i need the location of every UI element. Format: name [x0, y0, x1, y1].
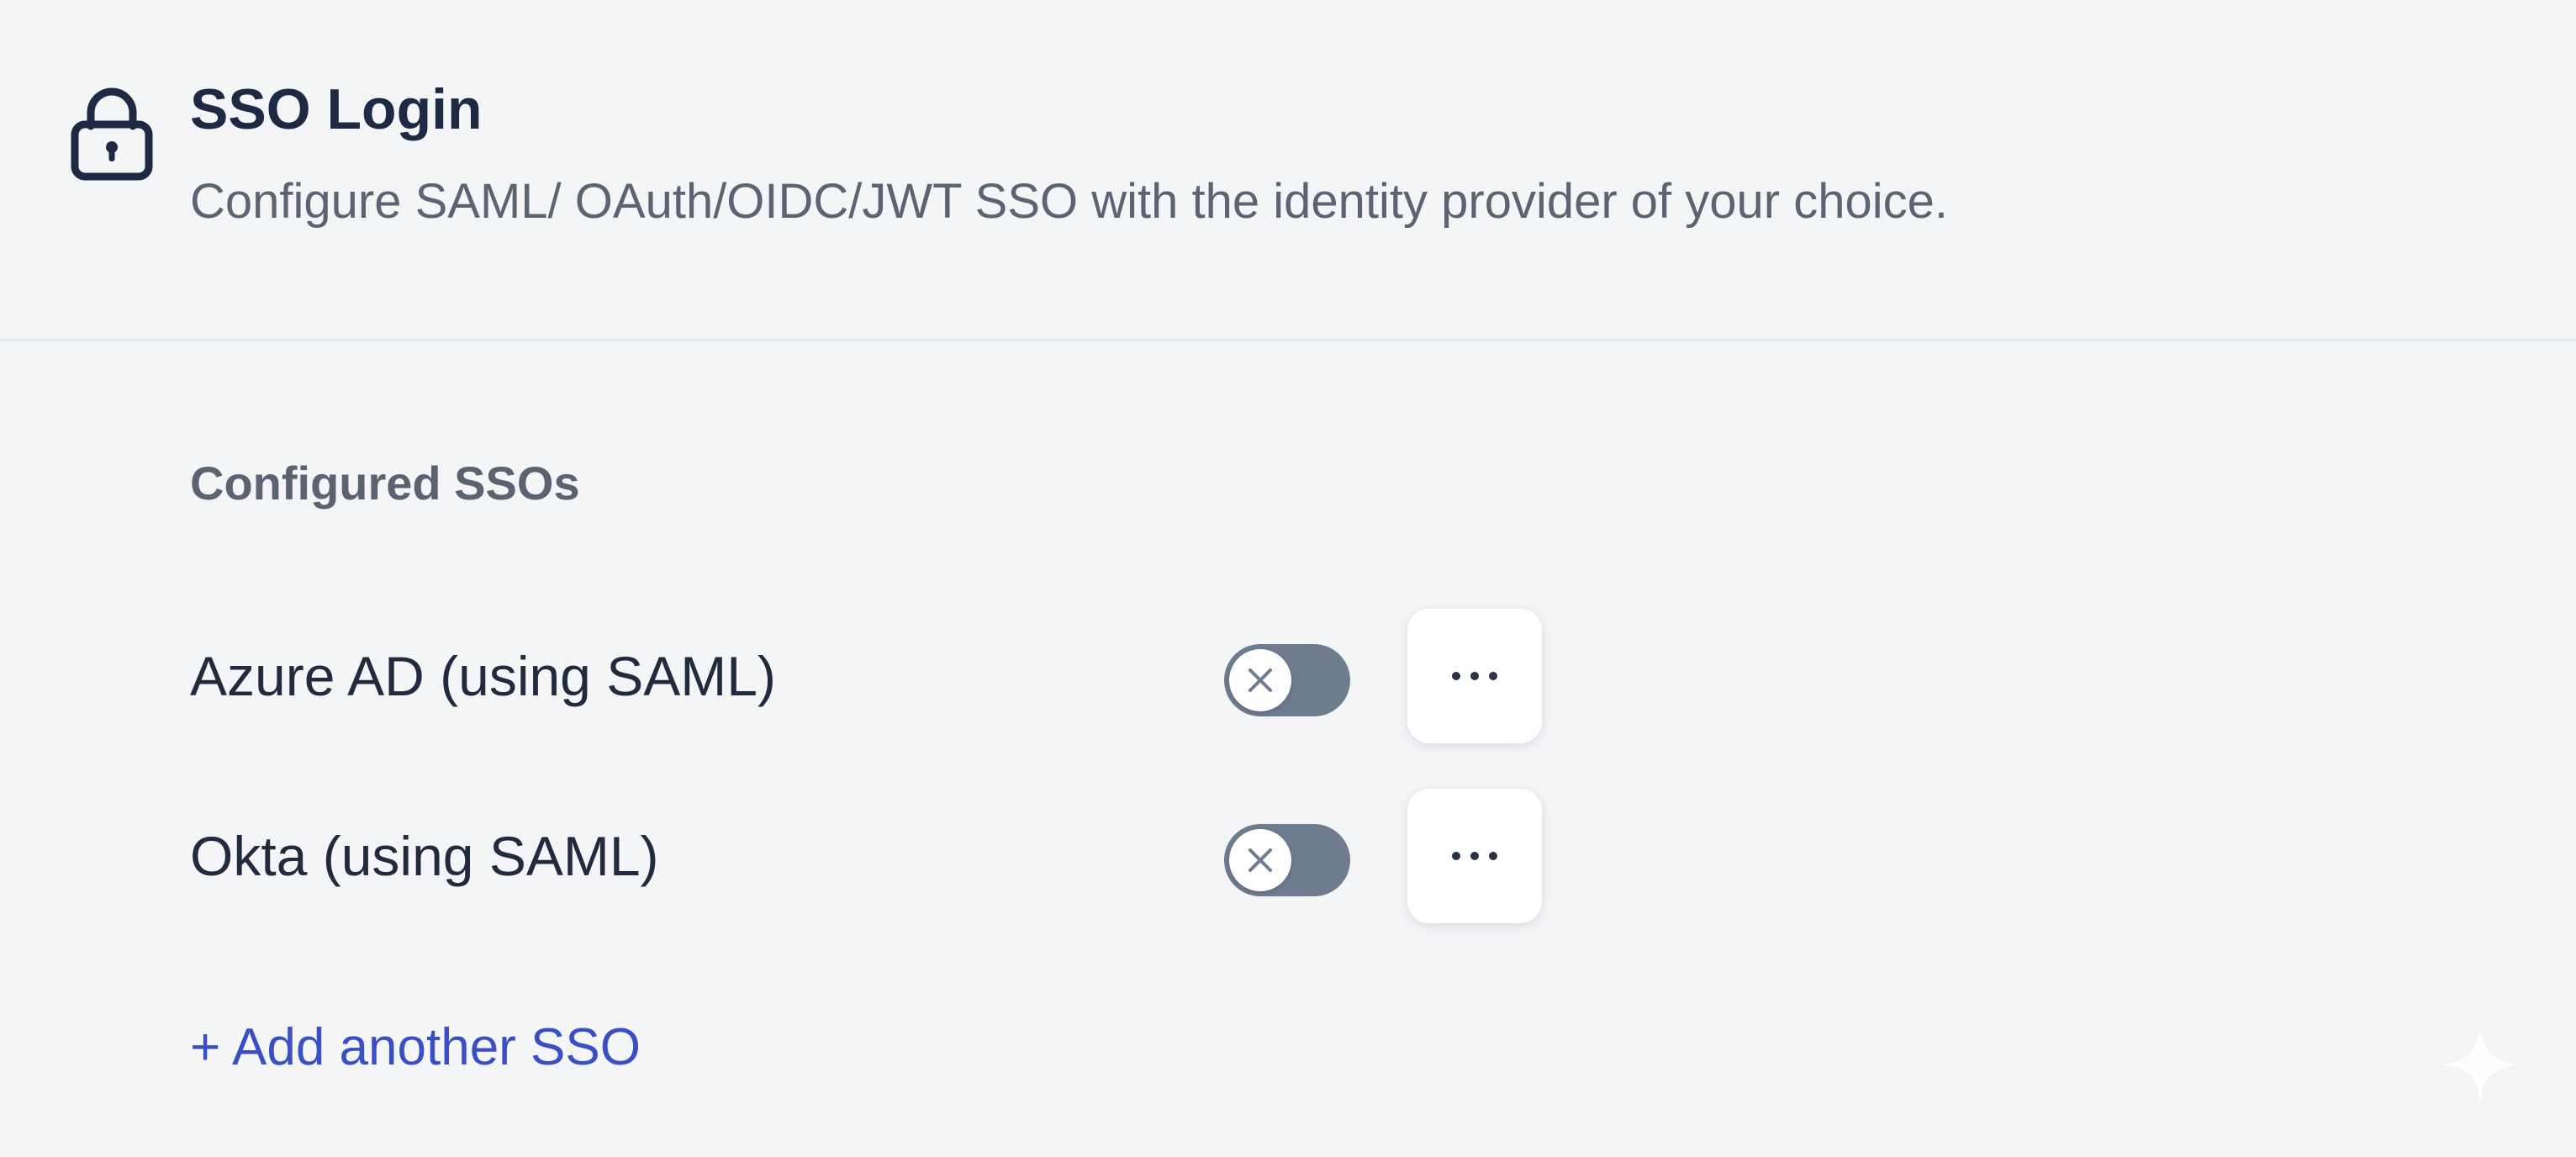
sparkle-icon [2438, 1022, 2522, 1107]
lock-icon [71, 84, 153, 182]
ellipsis-icon [1452, 672, 1497, 680]
sso-row-okta: Okta (using SAML) [0, 789, 2576, 923]
page-subtitle: Configure SAML/ OAuth/OIDC/JWT SSO with … [190, 174, 1949, 229]
x-icon [1248, 668, 1272, 692]
section-heading: Configured SSOs [190, 457, 580, 510]
page-title: SSO Login [190, 77, 483, 141]
more-options-button[interactable] [1407, 789, 1542, 923]
add-sso-link[interactable]: + Add another SSO [190, 1012, 641, 1083]
x-icon [1248, 848, 1272, 872]
more-options-button[interactable] [1407, 609, 1542, 743]
toggle-knob [1229, 829, 1291, 891]
sso-name: Okta (using SAML) [190, 825, 659, 887]
sso-enable-toggle[interactable] [1224, 824, 1350, 896]
sso-header: SSO Login Configure SAML/ OAuth/OIDC/JWT… [0, 0, 2576, 341]
sso-enable-toggle[interactable] [1224, 644, 1350, 716]
sso-name: Azure AD (using SAML) [190, 645, 776, 707]
toggle-knob [1229, 649, 1291, 711]
ellipsis-icon [1452, 852, 1497, 860]
sso-settings-page: SSO Login Configure SAML/ OAuth/OIDC/JWT… [0, 0, 2576, 1157]
sso-row-azure-ad: Azure AD (using SAML) [0, 609, 2576, 743]
